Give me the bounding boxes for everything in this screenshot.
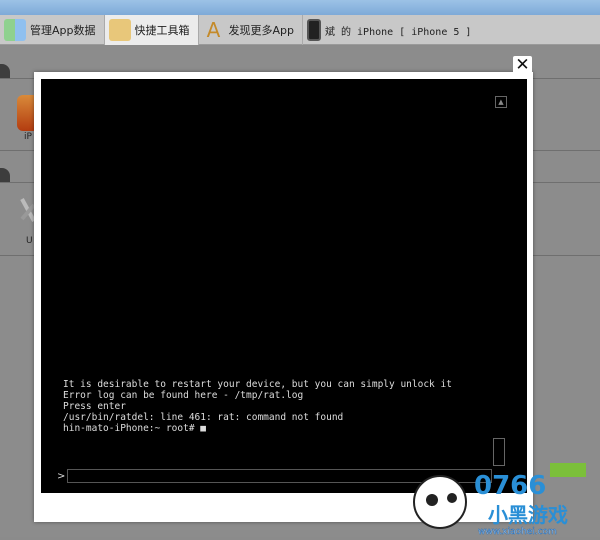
terminal-line: Press enter bbox=[63, 401, 126, 412]
app-icon-label: iP bbox=[24, 132, 32, 142]
iphone-icon bbox=[307, 19, 321, 41]
terminal-lines: It is desirable to restart your device, … bbox=[63, 379, 452, 434]
terminal-line: Error log can be found here - /tmp/rat.l… bbox=[63, 390, 304, 401]
svg-text:www.xiaohei.com: www.xiaohei.com bbox=[478, 527, 557, 536]
scroll-up-icon[interactable]: ▲ bbox=[495, 96, 507, 108]
watermark-logo: 0766 小黑游戏 www.xiaohei.com bbox=[408, 460, 598, 537]
tool-icon-label: U bbox=[26, 236, 33, 246]
svg-text:小黑游戏: 小黑游戏 bbox=[488, 503, 568, 527]
terminal-output[interactable]: ▲ It is desirable to restart your device… bbox=[41, 79, 527, 493]
apps-grid-icon bbox=[4, 19, 26, 41]
tab-manage-app-data[interactable]: 管理App数据 bbox=[0, 15, 105, 45]
tab-bar: 管理App数据 快捷工具箱 A 发现更多App 斌 的 iPhone [ iPho… bbox=[0, 15, 600, 45]
terminal-line: hin-mato-iPhone:~ root# ■ bbox=[63, 423, 206, 434]
prompt-symbol: > bbox=[57, 471, 66, 482]
svg-text:0766: 0766 bbox=[474, 471, 546, 501]
tab-discover-apps[interactable]: A 发现更多App bbox=[199, 15, 303, 45]
terminal-line: It is desirable to restart your device, … bbox=[63, 379, 452, 390]
toolbox-icon bbox=[108, 19, 131, 41]
tab-device[interactable]: 斌 的 iPhone [ iPhone 5 ] bbox=[303, 15, 479, 45]
close-icon[interactable]: ✕ bbox=[513, 56, 532, 75]
app-store-icon: A bbox=[206, 18, 221, 42]
tab-toolbox[interactable]: 快捷工具箱 bbox=[104, 15, 199, 45]
title-strip bbox=[0, 0, 600, 15]
terminal-line: /usr/bin/ratdel: line 461: rat: command … bbox=[63, 412, 344, 423]
